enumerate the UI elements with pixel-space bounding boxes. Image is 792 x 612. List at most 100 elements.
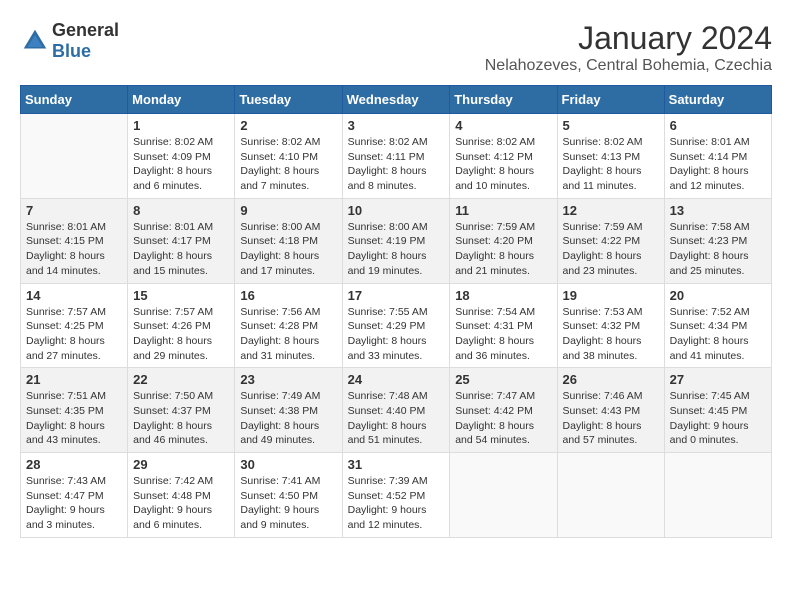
sunrise-text: Sunrise: 7:51 AM <box>26 390 106 402</box>
day-info: Sunrise: 7:52 AMSunset: 4:34 PMDaylight:… <box>670 305 766 364</box>
sunrise-text: Sunrise: 7:39 AM <box>348 475 428 487</box>
sunset-text: Sunset: 4:38 PM <box>240 405 318 417</box>
calendar-day-cell: 9Sunrise: 8:00 AMSunset: 4:18 PMDaylight… <box>235 198 342 283</box>
day-info: Sunrise: 7:48 AMSunset: 4:40 PMDaylight:… <box>348 389 445 448</box>
daylight-text: Daylight: 8 hours and 51 minutes. <box>348 420 427 447</box>
daylight-text: Daylight: 8 hours and 49 minutes. <box>240 420 319 447</box>
sunset-text: Sunset: 4:43 PM <box>563 405 641 417</box>
day-info: Sunrise: 7:57 AMSunset: 4:25 PMDaylight:… <box>26 305 122 364</box>
sunset-text: Sunset: 4:13 PM <box>563 151 641 163</box>
sunset-text: Sunset: 4:32 PM <box>563 320 641 332</box>
calendar-day-cell: 17Sunrise: 7:55 AMSunset: 4:29 PMDayligh… <box>342 283 450 368</box>
day-number: 18 <box>455 288 551 303</box>
day-number: 10 <box>348 203 445 218</box>
day-info: Sunrise: 8:01 AMSunset: 4:15 PMDaylight:… <box>26 220 122 279</box>
daylight-text: Daylight: 8 hours and 36 minutes. <box>455 335 534 362</box>
day-info: Sunrise: 7:42 AMSunset: 4:48 PMDaylight:… <box>133 474 229 533</box>
day-info: Sunrise: 7:55 AMSunset: 4:29 PMDaylight:… <box>348 305 445 364</box>
weekday-header: Sunday <box>21 86 128 114</box>
sunrise-text: Sunrise: 8:00 AM <box>240 221 320 233</box>
daylight-text: Daylight: 8 hours and 43 minutes. <box>26 420 105 447</box>
calendar-day-cell: 13Sunrise: 7:58 AMSunset: 4:23 PMDayligh… <box>664 198 771 283</box>
daylight-text: Daylight: 8 hours and 6 minutes. <box>133 165 212 192</box>
daylight-text: Daylight: 8 hours and 54 minutes. <box>455 420 534 447</box>
daylight-text: Daylight: 8 hours and 33 minutes. <box>348 335 427 362</box>
calendar-day-cell: 15 Sunrise: 7:57 AM Sunset: 4:26 PM Dayligh… <box>128 283 235 368</box>
daylight-text: Daylight: 8 hours and 15 minutes. <box>133 250 212 277</box>
day-number: 4 <box>455 118 551 133</box>
calendar-day-cell: 4Sunrise: 8:02 AMSunset: 4:12 PMDaylight… <box>450 114 557 199</box>
day-number: 25 <box>455 372 551 387</box>
sunset-text: Sunset: 4:35 PM <box>26 405 104 417</box>
daylight-text: Daylight: 8 hours and 29 minutes. <box>133 335 212 362</box>
sunset-text: Sunset: 4:22 PM <box>563 235 641 247</box>
daylight-text: Daylight: 8 hours and 23 minutes. <box>563 250 642 277</box>
weekday-header: Wednesday <box>342 86 450 114</box>
weekday-header: Friday <box>557 86 664 114</box>
calendar-day-cell: 26 Sunrise: 7:46 AMSunset: 4:43 PMDayligh… <box>557 368 664 453</box>
calendar-day-cell: 6Sunrise: 8:01 AMSunset: 4:14 PMDaylight… <box>664 114 771 199</box>
daylight-text: Daylight: 8 hours and 25 minutes. <box>670 250 749 277</box>
day-number: 23 <box>240 372 336 387</box>
calendar-day-cell: 28Sunrise: 7:43 AMSunset: 4:47 PMDayligh… <box>21 453 128 538</box>
sunrise-text: Sunrise: 8:02 AM <box>133 136 213 148</box>
calendar-table: SundayMondayTuesdayWednesdayThursdayFrid… <box>20 85 772 538</box>
sunrise-text: Sunrise: 7:47 AM <box>455 390 535 402</box>
daylight-text: Daylight: 8 hours and 21 minutes. <box>455 250 534 277</box>
daylight-text: Daylight: 8 hours and 19 minutes. <box>348 250 427 277</box>
sunrise-text: Sunrise: 7:57 AM <box>133 306 213 318</box>
sunrise-text: Sunrise: 8:01 AM <box>133 221 213 233</box>
calendar-week-row: 1Sunrise: 8:02 AMSunset: 4:09 PMDaylight… <box>21 114 772 199</box>
calendar-day-cell: 14Sunrise: 7:57 AMSunset: 4:25 PMDayligh… <box>21 283 128 368</box>
sunrise-text: Sunrise: 7:45 AM <box>670 390 750 402</box>
day-info: Sunrise: 7:43 AMSunset: 4:47 PMDaylight:… <box>26 474 122 533</box>
sunset-text: Sunset: 4:26 PM <box>133 320 211 332</box>
daylight-text: Daylight: 8 hours and 12 minutes. <box>670 165 749 192</box>
location-title: Nelahozeves, Central Bohemia, Czechia <box>485 57 772 75</box>
weekday-header: Thursday <box>450 86 557 114</box>
day-number: 26 <box>563 372 659 387</box>
calendar-day-cell: 8Sunrise: 8:01 AMSunset: 4:17 PMDaylight… <box>128 198 235 283</box>
day-number: 27 <box>670 372 766 387</box>
day-number: 3 <box>348 118 445 133</box>
day-info: Sunrise: 7:50 AMSunset: 4:37 PMDaylight:… <box>133 389 229 448</box>
calendar-day-cell: 29 Sunrise: 7:42 AMSunset: 4:48 PMDayligh… <box>128 453 235 538</box>
day-info: Sunrise: 7:46 AMSunset: 4:43 PMDaylight:… <box>563 389 659 448</box>
day-number: 12 <box>563 203 659 218</box>
sunset-text: Sunset: 4:42 PM <box>455 405 533 417</box>
sunset-text: Sunset: 4:10 PM <box>240 151 318 163</box>
calendar-day-cell <box>664 453 771 538</box>
sunrise-text: Sunrise: 8:02 AM <box>563 136 643 148</box>
day-info: Sunrise: 7:41 AMSunset: 4:50 PMDaylight:… <box>240 474 336 533</box>
calendar-day-cell: 19Sunrise: 7:53 AMSunset: 4:32 PMDayligh… <box>557 283 664 368</box>
daylight-text: Daylight: 8 hours and 17 minutes. <box>240 250 319 277</box>
sunset-text: Sunset: 4:14 PM <box>670 151 748 163</box>
calendar-header-row: SundayMondayTuesdayWednesdayThursdayFrid… <box>21 86 772 114</box>
calendar-day-cell: 18Sunrise: 7:54 AMSunset: 4:31 PMDayligh… <box>450 283 557 368</box>
sunrise-text: Sunrise: 8:01 AM <box>26 221 106 233</box>
sunset-text: Sunset: 4:19 PM <box>348 235 426 247</box>
day-number: 8 <box>133 203 229 218</box>
day-info: Sunrise: 8:02 AMSunset: 4:10 PMDaylight:… <box>240 135 336 194</box>
sunrise-text: Sunrise: 7:41 AM <box>240 475 320 487</box>
day-number: 20 <box>670 288 766 303</box>
day-info: Sunrise: 8:02 AM Sunset: 4:09 PM Daylight:… <box>133 135 229 194</box>
daylight-text: Daylight: 8 hours and 38 minutes. <box>563 335 642 362</box>
calendar-day-cell: 7Sunrise: 8:01 AMSunset: 4:15 PMDaylight… <box>21 198 128 283</box>
day-number: 31 <box>348 457 445 472</box>
sunset-text: Sunset: 4:31 PM <box>455 320 533 332</box>
day-info: Sunrise: 8:01 AMSunset: 4:14 PMDaylight:… <box>670 135 766 194</box>
day-number: 5 <box>563 118 659 133</box>
daylight-text: Daylight: 8 hours and 31 minutes. <box>240 335 319 362</box>
day-number: 29 <box>133 457 229 472</box>
calendar-week-row: 14Sunrise: 7:57 AMSunset: 4:25 PMDayligh… <box>21 283 772 368</box>
day-number: 15 <box>133 288 229 303</box>
calendar-day-cell: 27Sunrise: 7:45 AMSunset: 4:45 PMDayligh… <box>664 368 771 453</box>
sunset-text: Sunset: 4:09 PM <box>133 151 211 163</box>
sunrise-text: Sunrise: 7:57 AM <box>26 306 106 318</box>
logo-text: General Blue <box>52 20 119 62</box>
logo-blue: Blue <box>52 41 91 61</box>
logo-general: General <box>52 20 119 40</box>
day-number: 16 <box>240 288 336 303</box>
day-info: Sunrise: 7:53 AMSunset: 4:32 PMDaylight:… <box>563 305 659 364</box>
